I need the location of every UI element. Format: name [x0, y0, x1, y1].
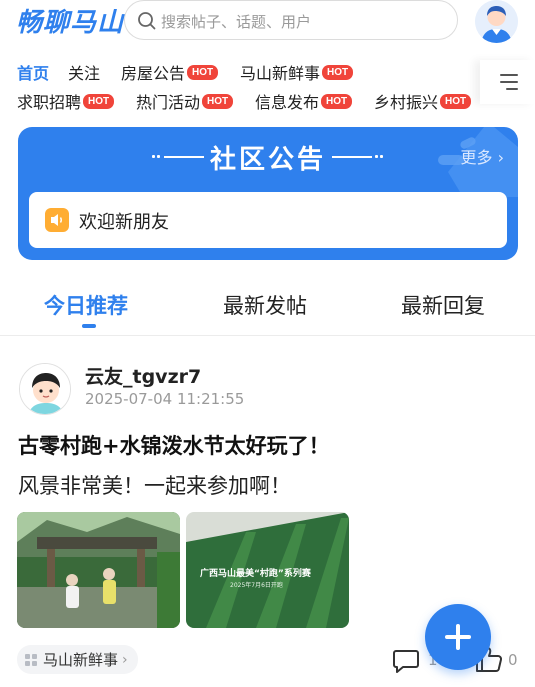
like-count: 0	[508, 651, 518, 669]
category-events[interactable]: 热门活动 HOT	[136, 89, 234, 113]
tab-latest-posts[interactable]: 最新发帖	[223, 290, 307, 320]
hot-badge: HOT	[83, 93, 115, 109]
search-icon	[138, 12, 156, 30]
post-image-2[interactable]: 广西马山最美“村跑”系列赛 2025年7月6日开跑	[186, 512, 349, 628]
notice-item[interactable]: 欢迎新朋友	[29, 192, 507, 248]
hot-badge: HOT	[187, 64, 219, 80]
category-menu-button[interactable]	[480, 60, 535, 104]
category-follow[interactable]: 关注	[68, 60, 100, 84]
post-body[interactable]: 风景非常美！一起来参加啊！	[18, 470, 291, 500]
post-topic-label: 马山新鲜事	[43, 651, 119, 669]
category-jobs[interactable]: 求职招聘 HOT	[17, 89, 115, 113]
menu-icon	[500, 81, 518, 83]
notice-title: 社区公告	[209, 145, 326, 175]
hot-badge: HOT	[321, 93, 353, 109]
post-image-1[interactable]	[17, 512, 180, 628]
hot-badge: HOT	[202, 93, 234, 109]
chevron-right-icon: ›	[492, 148, 504, 167]
active-tab-indicator	[82, 324, 96, 328]
post-image-subcaption: 2025年7月6日开跑	[230, 582, 283, 589]
menu-icon	[506, 88, 518, 90]
post-author-avatar[interactable]	[19, 363, 71, 415]
post-image-caption: 广西马山最美“村跑”系列赛	[200, 569, 311, 579]
user-avatar-icon	[475, 0, 518, 43]
feed-tabs: 今日推荐 最新发帖 最新回复	[0, 282, 535, 336]
menu-icon	[500, 74, 518, 76]
category-mashan-news[interactable]: 马山新鲜事 HOT	[240, 60, 354, 84]
user-avatar-button[interactable]	[475, 0, 518, 43]
title-decoration	[380, 155, 383, 158]
category-home[interactable]: 首页	[17, 60, 49, 84]
plus-icon	[456, 624, 460, 650]
speaker-icon	[45, 208, 69, 232]
tab-today-recommended[interactable]: 今日推荐	[44, 290, 128, 320]
category-rural[interactable]: 乡村振兴 HOT	[374, 89, 472, 113]
notice-text: 欢迎新朋友	[79, 212, 169, 233]
search-input[interactable]: 搜索帖子、话题、用户	[124, 0, 458, 40]
tab-latest-replies[interactable]: 最新回复	[401, 290, 485, 320]
header: 畅聊马山 搜索帖子、话题、用户	[0, 0, 535, 43]
chevron-right-icon: ›	[122, 651, 128, 668]
post-topic-tag[interactable]: 马山新鲜事 ›	[17, 645, 138, 674]
category-housing[interactable]: 房屋公告 HOT	[121, 60, 219, 84]
search-placeholder: 搜索帖子、话题、用户	[161, 13, 312, 31]
community-notice-card: 社区公告 更多 › 欢迎新朋友	[18, 127, 518, 260]
title-decoration	[375, 155, 378, 158]
new-post-button[interactable]	[425, 604, 491, 670]
app-logo[interactable]: 畅聊马山	[16, 2, 124, 39]
title-decoration	[332, 156, 372, 158]
post-title[interactable]: 古零村跑+水锦泼水节太好玩了！	[18, 430, 330, 460]
hot-badge: HOT	[440, 93, 472, 109]
comment-icon[interactable]	[392, 646, 420, 674]
post-author-name[interactable]: 云友_tgvzr7	[85, 362, 201, 389]
grid-icon	[25, 653, 37, 666]
notice-more-link[interactable]: 更多 ›	[461, 144, 505, 168]
post-timestamp: 2025-07-04 11:21:55	[85, 390, 245, 408]
hot-badge: HOT	[322, 64, 354, 80]
category-info[interactable]: 信息发布 HOT	[255, 89, 353, 113]
